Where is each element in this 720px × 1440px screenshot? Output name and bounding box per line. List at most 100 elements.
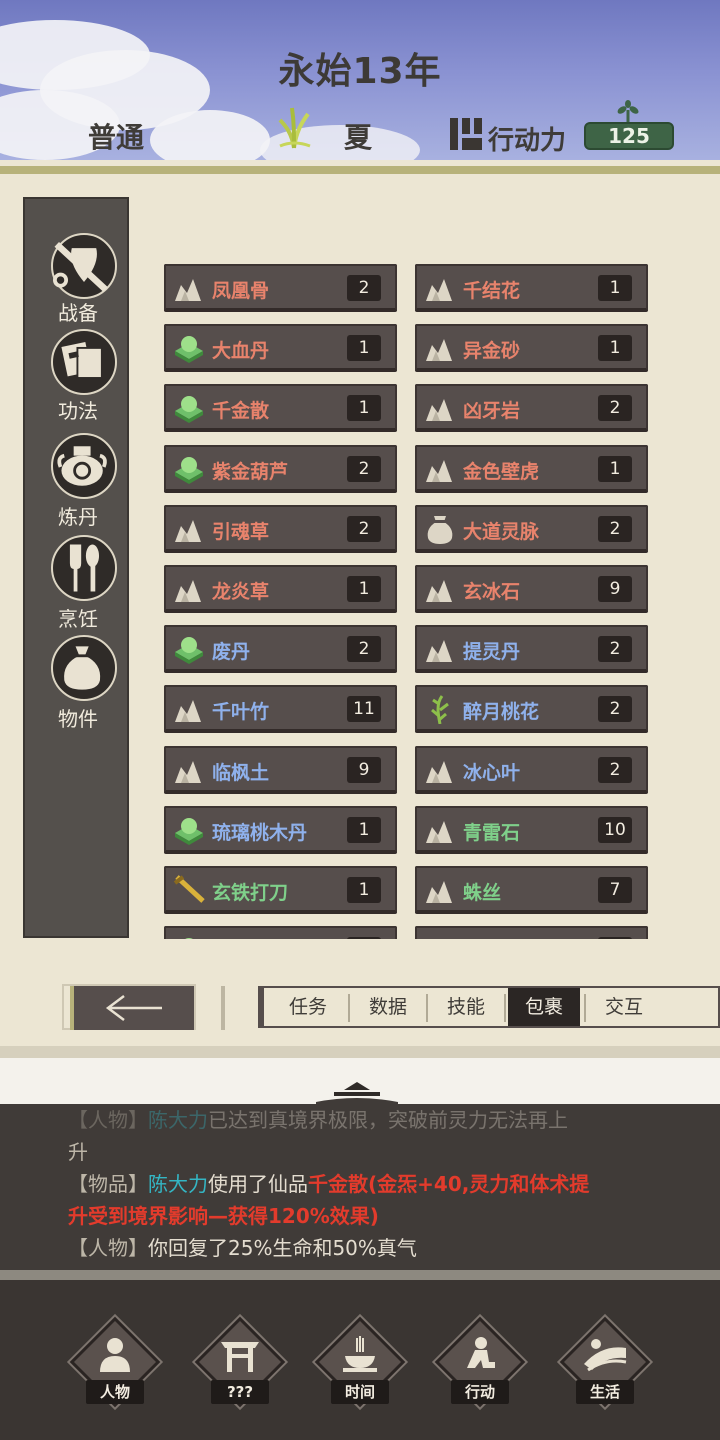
item-name: 大道灵脉 [463,520,540,543]
item-name: 大血丹 [212,340,270,363]
herb-icon [171,273,207,303]
inventory-item[interactable]: 玄冰石 9 [415,565,648,613]
nav-action-button[interactable]: 行动 [434,1316,526,1408]
header-divider [0,166,720,174]
tab-tasks[interactable]: 任务 [272,988,344,1026]
item-name: 异金砂 [463,340,521,363]
item-count-badge: 2 [598,515,632,542]
pill-icon [171,815,207,845]
inventory-item[interactable]: 金色壁虎 1 [415,444,648,493]
inventory-item[interactable]: 提灵丹 2 [415,625,648,674]
category-sidebar: 战备 功法 炼丹 烹饪 物件 [23,197,129,938]
log-entry: 升受到境界影响—获得120%效果) [68,1204,379,1228]
sidebar-item-objects[interactable]: 物件 [25,635,131,735]
item-count-badge: 2 [598,395,632,422]
item-name: 千金散 [212,400,270,423]
sidebar-item-techniques[interactable]: 功法 [25,329,131,429]
tab-data[interactable]: 数据 [352,988,424,1026]
inventory-item[interactable]: 临枫土 9 [164,745,397,794]
log-entry: 【人物】陈大力已达到真境界极限，突破前灵力无法再上 [68,1108,568,1132]
nav-life-button[interactable]: 生活 [559,1316,651,1408]
item-name: 金色壁虎 [463,460,540,483]
panel-bottom-edge [0,1046,720,1058]
top-status-bar: 永始13年 普通 夏 行动力 125 [0,0,720,160]
action-person-icon [467,1337,495,1368]
herb-icon [171,694,207,724]
year-title: 永始13年 [278,51,442,92]
item-name: 琉璃桃木丹 [212,821,308,844]
item-name: 千叶竹 [212,701,270,724]
item-count-badge: 2 [598,636,632,663]
item-name: 玄铁打刀 [212,882,289,904]
scroll-book-icon [51,329,117,395]
herb-icon [422,634,458,664]
item-count-badge: 1 [347,816,381,843]
inventory-item[interactable]: 紫金葫芦 2 [164,444,397,493]
tab-skills[interactable]: 技能 [430,988,502,1026]
action-points-value: 125 [584,122,674,150]
inventory-item[interactable]: 千金散 1 [164,384,397,433]
inventory-item[interactable]: 醉月桃花 2 [415,685,648,734]
inventory-item[interactable]: 凶牙岩 2 [415,384,648,433]
divider [221,986,225,1030]
inventory-item[interactable]: 凤凰骨 2 [164,264,397,312]
inventory-item[interactable]: 废丹 2 [164,625,397,674]
inventory-item[interactable]: 蛛丝 7 [415,866,648,914]
cloud-decoration [150,110,270,160]
herb-icon [422,935,458,939]
inventory-item[interactable] [415,926,648,939]
season-label: 夏 [344,121,373,154]
inventory-item[interactable]: 异金砂 1 [415,324,648,373]
grass-icon [422,694,458,725]
tab-bag[interactable]: 包裹 [508,988,580,1026]
item-count-badge [347,937,381,939]
inventory-item[interactable]: 冰心叶 2 [415,745,648,794]
nav-unknown-button[interactable]: ??? [194,1316,286,1408]
inventory-item[interactable]: 千叶竹 11 [164,685,397,734]
inventory-item[interactable]: 青雷石 10 [415,805,648,854]
field-icon [584,1339,627,1372]
sidebar-item-alchemy[interactable]: 炼丹 [25,433,131,533]
blade-icon [171,875,207,905]
sidebar-item-label: 物件 [58,707,98,731]
inventory-item[interactable]: 玄铁打刀 1 [164,866,397,914]
gate-icon [221,1342,259,1372]
nav-character-button[interactable]: 人物 [69,1316,161,1408]
item-name: 冰心叶 [463,761,521,784]
herb-icon [422,273,458,303]
log-entry: 升 [68,1140,88,1164]
action-points-icon [450,118,482,150]
inventory-item[interactable]: 引魂草 2 [164,504,397,553]
inventory-item[interactable]: 大血丹 1 [164,324,397,373]
pill-icon [171,393,207,424]
difficulty-label: 普通 [88,121,145,154]
alchemy-cauldron-icon [51,433,117,499]
nav-time-button[interactable]: 时间 [314,1316,406,1408]
message-log[interactable]: 【人物】陈大力已达到真境界极限，突破前灵力无法再上 升 【物品】陈大力使用了仙品… [0,1104,720,1270]
nav-label: ??? [211,1380,269,1404]
pill-icon [171,935,207,939]
item-count-badge: 9 [347,756,381,783]
nav-label: 人物 [86,1380,144,1404]
item-name: 玄冰石 [463,581,521,603]
pill-icon [171,634,207,665]
tab-bar: 任务 数据 技能 包裹 交互 [258,986,720,1028]
inventory-item[interactable]: 大道灵脉 2 [415,504,648,553]
tab-interact[interactable]: 交互 [588,988,660,1026]
item-count-badge: 2 [347,275,381,301]
item-count-badge: 11 [347,696,381,723]
sidebar-item-cooking[interactable]: 烹饪 [25,535,131,635]
sack-bag-icon [51,635,117,701]
sword-shield-icon [51,233,117,299]
sidebar-item-equipment[interactable]: 战备 [25,229,131,329]
herb-icon [422,393,458,423]
bag-icon [422,514,458,544]
item-count-badge: 1 [347,335,381,362]
person-icon [100,1338,130,1372]
item-name: 凶牙岩 [463,400,521,423]
back-button[interactable] [62,984,196,1030]
inventory-item[interactable] [164,926,397,939]
inventory-item[interactable]: 千结花 1 [415,264,648,312]
inventory-item[interactable]: 琉璃桃木丹 1 [164,805,397,854]
inventory-item[interactable]: 龙炎草 1 [164,565,397,613]
